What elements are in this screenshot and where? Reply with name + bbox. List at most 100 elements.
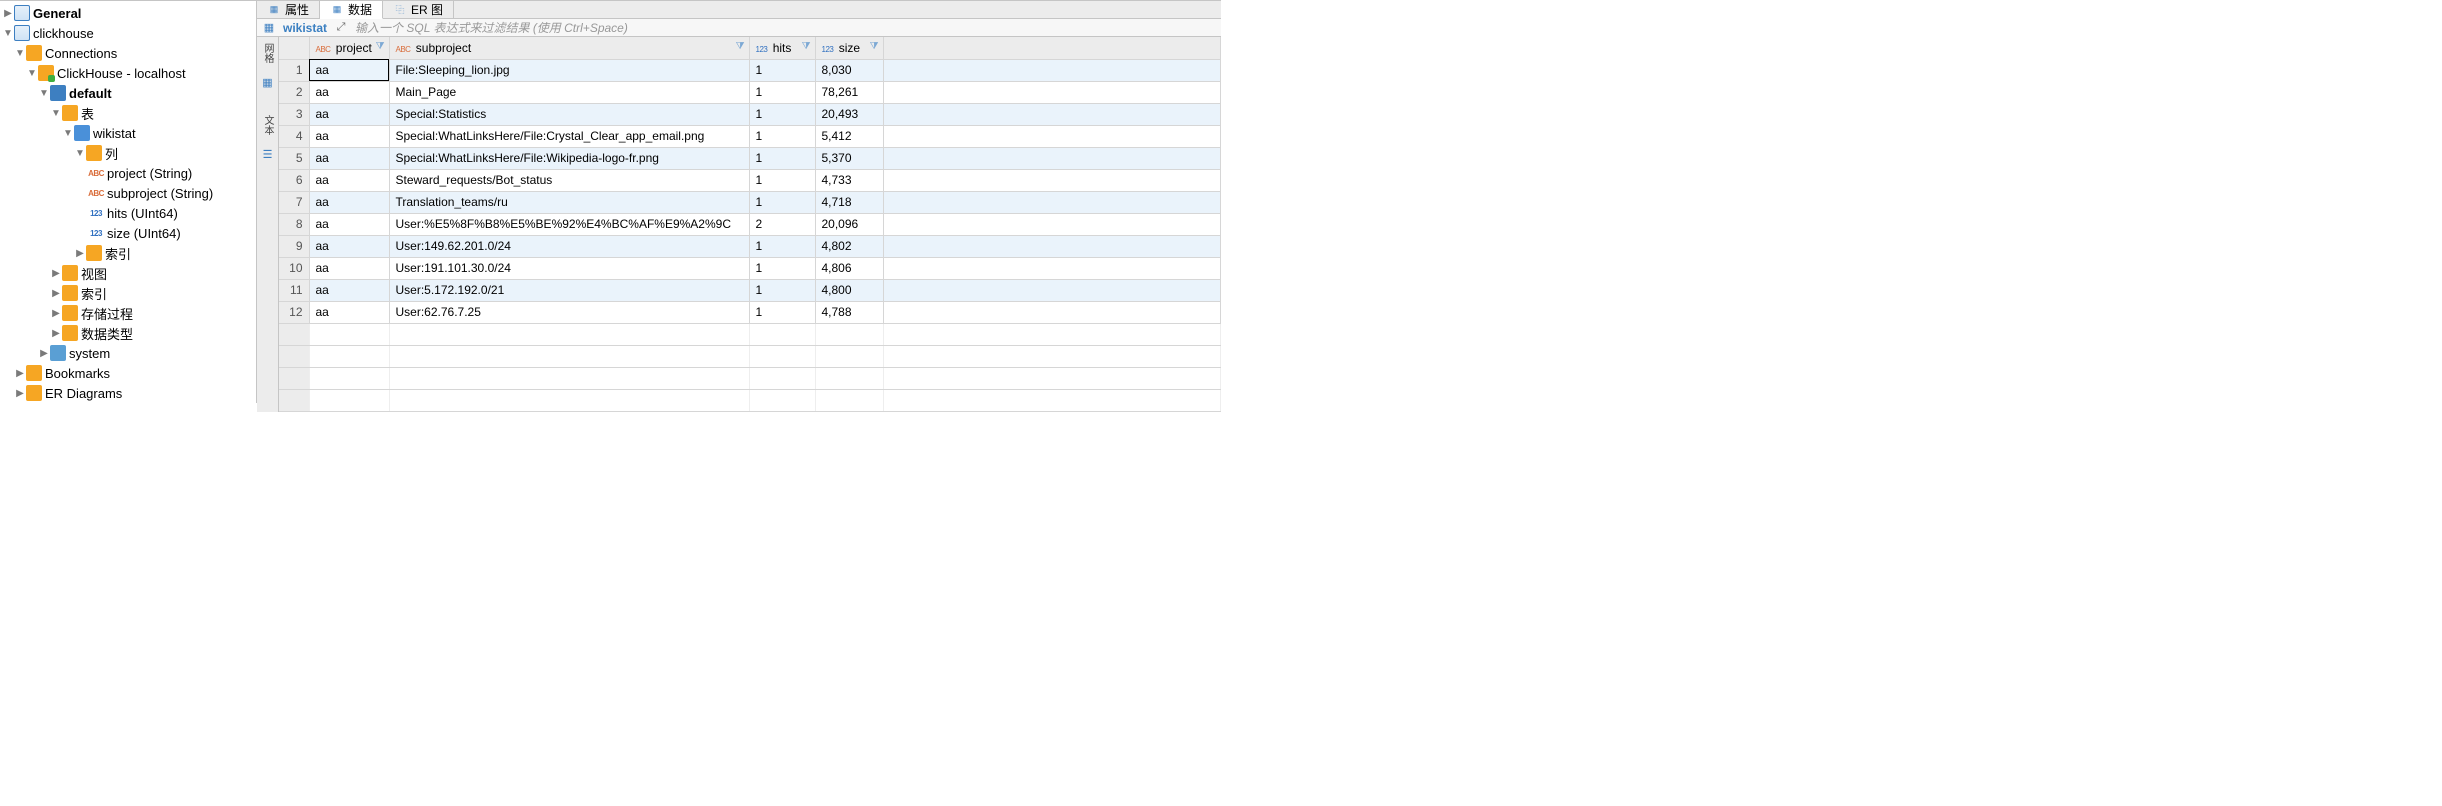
chevron-down-icon[interactable]: ▼	[62, 128, 74, 139]
data-grid[interactable]: ABC project ⧩ ABC subproject ⧩ 123 hits	[279, 37, 1221, 412]
chevron-right-icon[interactable]: ▶	[74, 248, 86, 259]
chevron-right-icon[interactable]: ▶	[14, 388, 26, 399]
cell-project[interactable]: aa	[309, 191, 389, 213]
table-row[interactable]: 11aaUser:5.172.192.0/2114,800	[279, 279, 1221, 301]
cell-size[interactable]: 20,096	[815, 213, 883, 235]
text-view-button[interactable]: 文本	[259, 111, 277, 139]
filter-table-name[interactable]: wikistat	[283, 21, 327, 35]
chevron-down-icon[interactable]: ▼	[14, 48, 26, 59]
cell-subproject[interactable]: User:191.101.30.0/24	[389, 257, 749, 279]
cell-hits[interactable]: 1	[749, 279, 815, 301]
cell-subproject[interactable]: Special:WhatLinksHere/File:Crystal_Clear…	[389, 125, 749, 147]
cell-hits[interactable]: 2	[749, 213, 815, 235]
row-number[interactable]: 11	[279, 279, 309, 301]
cell-project[interactable]: aa	[309, 147, 389, 169]
row-number[interactable]: 10	[279, 257, 309, 279]
tree-item-col-size[interactable]: 123 size (UInt64)	[0, 223, 256, 243]
tree-item-general[interactable]: ▶ General	[0, 3, 256, 23]
chevron-right-icon[interactable]: ▶	[2, 8, 14, 19]
table-row[interactable]: 3aaSpecial:Statistics120,493	[279, 103, 1221, 125]
column-header-size[interactable]: 123 size ⧩	[815, 37, 883, 59]
cell-size[interactable]: 4,802	[815, 235, 883, 257]
tree-item-clickhouse[interactable]: ▼ clickhouse	[0, 23, 256, 43]
filter-icon[interactable]: ⧩	[736, 41, 745, 52]
cell-subproject[interactable]: User:%E5%8F%B8%E5%BE%92%E4%BC%AF%E9%A2%9…	[389, 213, 749, 235]
tree-item-columns[interactable]: ▼ 列	[0, 143, 256, 163]
cell-project[interactable]: aa	[309, 213, 389, 235]
tree-item-views[interactable]: ▶ 视图	[0, 263, 256, 283]
tree-item-procs[interactable]: ▶ 存储过程	[0, 303, 256, 323]
cell-subproject[interactable]: Translation_teams/ru	[389, 191, 749, 213]
column-header-subproject[interactable]: ABC subproject ⧩	[389, 37, 749, 59]
table-row[interactable]: 9aaUser:149.62.201.0/2414,802	[279, 235, 1221, 257]
row-number[interactable]: 6	[279, 169, 309, 191]
tree-item-col-project[interactable]: ABC project (String)	[0, 163, 256, 183]
cell-hits[interactable]: 1	[749, 169, 815, 191]
cell-size[interactable]: 4,806	[815, 257, 883, 279]
row-number[interactable]: 12	[279, 301, 309, 323]
row-number[interactable]: 3	[279, 103, 309, 125]
chevron-right-icon[interactable]: ▶	[14, 368, 26, 379]
cell-hits[interactable]: 1	[749, 257, 815, 279]
cell-size[interactable]: 4,800	[815, 279, 883, 301]
cell-subproject[interactable]: User:5.172.192.0/21	[389, 279, 749, 301]
tree-item-indexes[interactable]: ▶ 索引	[0, 243, 256, 263]
cell-hits[interactable]: 1	[749, 147, 815, 169]
filter-icon[interactable]: ⧩	[870, 41, 879, 52]
cell-subproject[interactable]: Special:Statistics	[389, 103, 749, 125]
table-row[interactable]: 8aaUser:%E5%8F%B8%E5%BE%92%E4%BC%AF%E9%A…	[279, 213, 1221, 235]
tree-item-default[interactable]: ▼ default	[0, 83, 256, 103]
cell-subproject[interactable]: Steward_requests/Bot_status	[389, 169, 749, 191]
row-number[interactable]: 1	[279, 59, 309, 81]
tree-item-indexes2[interactable]: ▶ 索引	[0, 283, 256, 303]
tree-item-col-subproject[interactable]: ABC subproject (String)	[0, 183, 256, 203]
table-row[interactable]: 4aaSpecial:WhatLinksHere/File:Crystal_Cl…	[279, 125, 1221, 147]
table-row[interactable]: 7aaTranslation_teams/ru14,718	[279, 191, 1221, 213]
cell-project[interactable]: aa	[309, 235, 389, 257]
tree-item-wikistat[interactable]: ▼ wikistat	[0, 123, 256, 143]
cell-project[interactable]: aa	[309, 301, 389, 323]
chevron-right-icon[interactable]: ▶	[50, 308, 62, 319]
chevron-down-icon[interactable]: ▼	[2, 28, 14, 39]
filter-icon[interactable]: ⧩	[376, 41, 385, 52]
cell-subproject[interactable]: File:Sleeping_lion.jpg	[389, 59, 749, 81]
cell-project[interactable]: aa	[309, 169, 389, 191]
tree-item-er[interactable]: ▶ ER Diagrams	[0, 383, 256, 403]
grid-view-button[interactable]: 网格	[259, 39, 277, 67]
tree-item-connection[interactable]: ▼ ClickHouse - localhost	[0, 63, 256, 83]
grid-icon[interactable]: ▦	[259, 73, 277, 91]
cell-hits[interactable]: 1	[749, 103, 815, 125]
cell-size[interactable]: 8,030	[815, 59, 883, 81]
filter-input[interactable]: 输入一个 SQL 表达式来过滤结果 (使用 Ctrl+Space)	[355, 19, 628, 36]
chevron-down-icon[interactable]: ▼	[74, 148, 86, 159]
cell-hits[interactable]: 1	[749, 125, 815, 147]
cell-size[interactable]: 5,412	[815, 125, 883, 147]
tab-er[interactable]: ⿻ ER 图	[383, 1, 454, 18]
chevron-right-icon[interactable]: ▶	[50, 288, 62, 299]
row-number[interactable]: 8	[279, 213, 309, 235]
table-row[interactable]: 10aaUser:191.101.30.0/2414,806	[279, 257, 1221, 279]
chevron-right-icon[interactable]: ▶	[50, 268, 62, 279]
tree-item-system[interactable]: ▶ system	[0, 343, 256, 363]
tree-item-connections[interactable]: ▼ Connections	[0, 43, 256, 63]
tree-item-types[interactable]: ▶ 数据类型	[0, 323, 256, 343]
chevron-down-icon[interactable]: ▼	[38, 88, 50, 99]
row-number-header[interactable]	[279, 37, 309, 59]
table-row[interactable]: 12aaUser:62.76.7.2514,788	[279, 301, 1221, 323]
cell-project[interactable]: aa	[309, 59, 389, 81]
row-number[interactable]: 7	[279, 191, 309, 213]
cell-size[interactable]: 4,788	[815, 301, 883, 323]
navigator-tree[interactable]: ▶ General ▼ clickhouse ▼ Connections ▼ C…	[0, 1, 257, 403]
expand-icon[interactable]: ⤢	[333, 20, 349, 36]
tree-item-bookmarks[interactable]: ▶ Bookmarks	[0, 363, 256, 383]
filter-icon[interactable]: ⧩	[802, 41, 811, 52]
cell-subproject[interactable]: Special:WhatLinksHere/File:Wikipedia-log…	[389, 147, 749, 169]
cell-size[interactable]: 20,493	[815, 103, 883, 125]
chevron-right-icon[interactable]: ▶	[38, 348, 50, 359]
tree-item-col-hits[interactable]: 123 hits (UInt64)	[0, 203, 256, 223]
table-row[interactable]: 5aaSpecial:WhatLinksHere/File:Wikipedia-…	[279, 147, 1221, 169]
table-row[interactable]: 1aaFile:Sleeping_lion.jpg18,030	[279, 59, 1221, 81]
cell-size[interactable]: 4,718	[815, 191, 883, 213]
cell-project[interactable]: aa	[309, 103, 389, 125]
row-number[interactable]: 2	[279, 81, 309, 103]
